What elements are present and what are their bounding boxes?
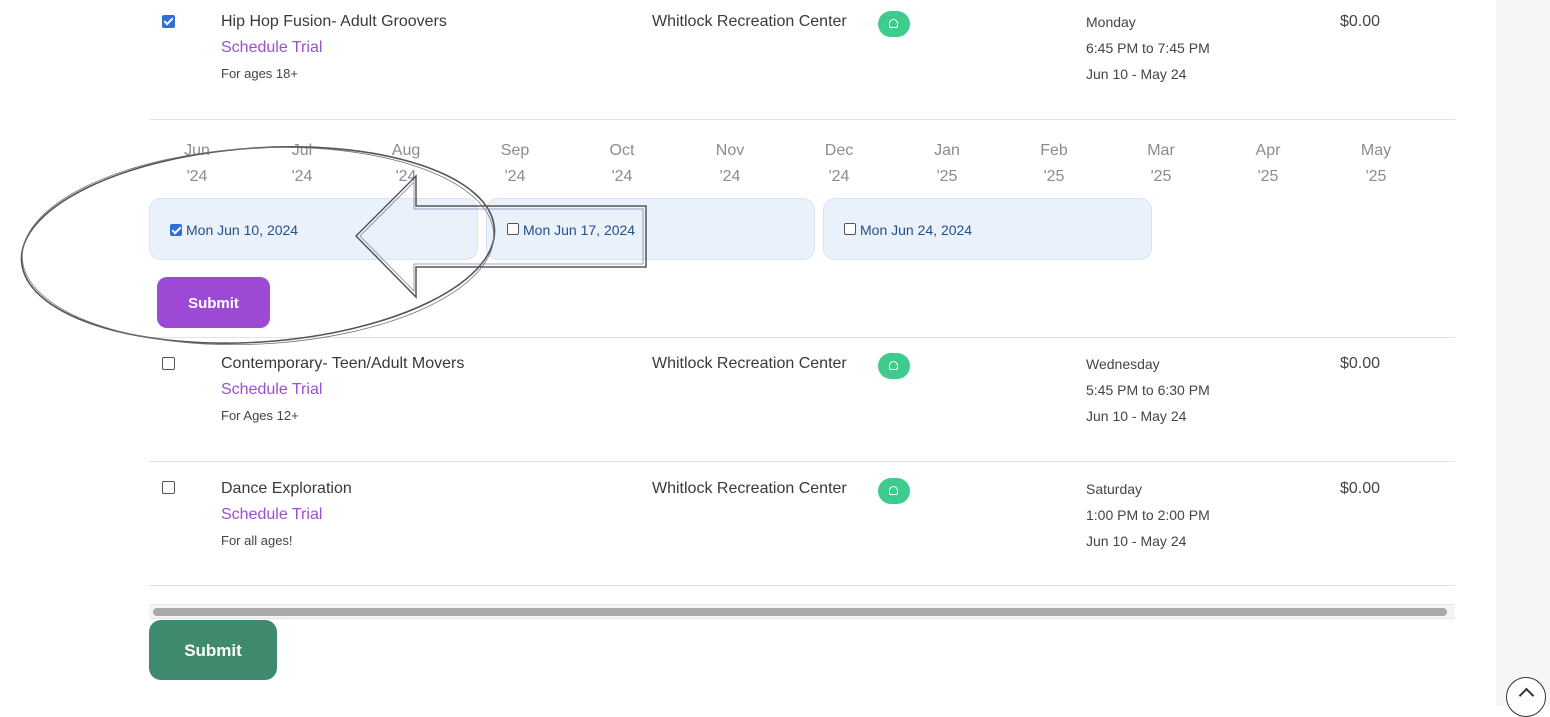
- chevron-up-icon[interactable]: [1506, 677, 1546, 717]
- schedule-trial-link[interactable]: Schedule Trial: [221, 506, 322, 524]
- row-divider: [149, 337, 1455, 338]
- date-checkbox[interactable]: [170, 224, 182, 236]
- class-time: 1:00 PM to 2:00 PM: [1086, 507, 1210, 523]
- row-divider: [149, 585, 1455, 586]
- schedule-trial-link[interactable]: Schedule Trial: [221, 381, 322, 399]
- class-name: Contemporary- Teen/Adult Movers: [221, 355, 465, 372]
- month-label: Jul '24: [291, 142, 313, 185]
- row-divider: [149, 461, 1455, 462]
- month-label: Jun '24: [184, 142, 210, 185]
- month-label: Dec '24: [824, 142, 854, 185]
- class-time: 5:45 PM to 6:30 PM: [1086, 382, 1210, 398]
- date-label: Mon Jun 24, 2024: [860, 222, 973, 238]
- class-date-range: Jun 10 - May 24: [1086, 408, 1187, 424]
- date-label: Mon Jun 17, 2024: [523, 222, 636, 238]
- class-price: $0.00: [1340, 13, 1381, 30]
- right-gutter: [1496, 0, 1550, 706]
- class-checkbox-hip-hop[interactable]: [162, 15, 175, 28]
- date-checkbox[interactable]: [507, 223, 519, 235]
- submit-dates-button[interactable]: Submit: [157, 277, 270, 328]
- date-label: Mon Jun 10, 2024: [186, 222, 299, 238]
- date-option-jun-24[interactable]: Mon Jun 24, 2024: [823, 198, 1152, 260]
- class-location: Whitlock Recreation Center: [652, 13, 847, 30]
- class-price: $0.00: [1340, 480, 1381, 497]
- scrollbar-thumb[interactable]: [153, 608, 1447, 616]
- home-icon[interactable]: [878, 478, 910, 504]
- class-price: $0.00: [1340, 355, 1381, 372]
- class-date-range: Jun 10 - May 24: [1086, 66, 1187, 82]
- class-day: Saturday: [1086, 481, 1143, 497]
- date-option-jun-17[interactable]: Mon Jun 17, 2024: [486, 198, 815, 260]
- schedule-trial-link[interactable]: Schedule Trial: [221, 39, 322, 57]
- class-day: Monday: [1086, 14, 1136, 30]
- class-checkbox-dance-exploration[interactable]: [162, 481, 175, 494]
- submit-button[interactable]: Submit: [149, 620, 277, 680]
- class-ages: For Ages 12+: [221, 408, 299, 423]
- class-day: Wednesday: [1086, 356, 1160, 372]
- class-name: Hip Hop Fusion- Adult Groovers: [221, 13, 447, 30]
- date-checkbox[interactable]: [844, 223, 856, 235]
- class-ages: For ages 18+: [221, 66, 298, 81]
- month-label: Apr '25: [1255, 142, 1281, 185]
- date-option-jun-10[interactable]: Mon Jun 10, 2024: [149, 198, 478, 260]
- month-label: Mar '25: [1147, 142, 1175, 185]
- class-ages: For all ages!: [221, 533, 293, 548]
- home-icon[interactable]: [878, 353, 910, 379]
- month-label: Aug '24: [391, 142, 421, 185]
- class-location: Whitlock Recreation Center: [652, 480, 847, 497]
- month-label: Sep '24: [500, 142, 530, 185]
- month-label: Jan '25: [934, 142, 960, 185]
- class-date-range: Jun 10 - May 24: [1086, 533, 1187, 549]
- annotation-overlay: [20, 146, 647, 346]
- class-name: Dance Exploration: [221, 480, 352, 497]
- month-label: Nov '24: [715, 142, 745, 185]
- home-icon[interactable]: [878, 11, 910, 37]
- row-divider: [149, 119, 1455, 120]
- class-checkbox-contemporary[interactable]: [162, 357, 175, 370]
- month-label: May '25: [1360, 142, 1392, 185]
- month-label: Feb '25: [1040, 142, 1068, 185]
- class-time: 6:45 PM to 7:45 PM: [1086, 40, 1210, 56]
- month-label: Oct '24: [609, 142, 635, 185]
- class-location: Whitlock Recreation Center: [652, 355, 847, 372]
